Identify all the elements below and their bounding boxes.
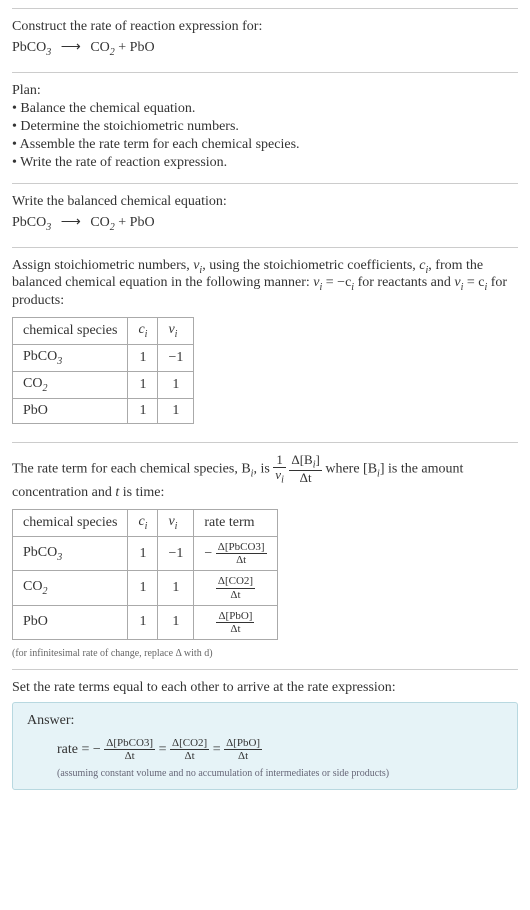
rate-footnote: (for infinitesimal rate of change, repla…	[12, 648, 518, 659]
cell-nui: −1	[158, 344, 194, 371]
col-ci: ci	[128, 318, 158, 345]
table-row: PbCO3 1 −1 − Δ[PbCO3] Δt	[13, 537, 278, 571]
table-row: CO2 1 1 Δ[CO2] Δt	[13, 571, 278, 605]
final-section: Set the rate terms equal to each other t…	[12, 669, 518, 800]
cell-nui: 1	[158, 605, 194, 639]
rate-term-section: The rate term for each chemical species,…	[12, 442, 518, 669]
species-pbco3: PbCO3	[12, 40, 51, 55]
stoich-intro: Assign stoichiometric numbers, νi, using…	[12, 258, 518, 310]
species-co2: CO2	[90, 40, 114, 55]
col-ci: ci	[128, 510, 158, 537]
plan-title: Plan:	[12, 83, 518, 99]
species-co2: CO2	[90, 215, 114, 230]
cell-nui: 1	[158, 571, 194, 605]
species-pbo: PbO	[130, 40, 155, 55]
reaction-arrow-icon: ⟶	[55, 215, 87, 230]
plan-item: Balance the chemical equation.	[12, 101, 518, 117]
cell-rate-term: Δ[CO2] Δt	[194, 571, 277, 605]
fraction: Δ[CO2] Δt	[170, 737, 209, 762]
cell-rate-term: − Δ[PbCO3] Δt	[194, 537, 277, 571]
cell-nui: 1	[158, 398, 194, 423]
col-rate-term: rate term	[194, 510, 277, 537]
fraction-dbi-dt: Δ[Bi] Δt	[289, 453, 322, 486]
cell-ci: 1	[128, 537, 158, 571]
fraction: Δ[PbCO3] Δt	[216, 541, 267, 566]
species-pbo: PbO	[130, 215, 155, 230]
cell-ci: 1	[128, 398, 158, 423]
cell-nui: −1	[158, 537, 194, 571]
balanced-equation: PbCO3 ⟶ CO2 + PbO	[12, 214, 518, 233]
table-row: PbO 1 1 Δ[PbO] Δt	[13, 605, 278, 639]
answer-note: (assuming constant volume and no accumul…	[27, 768, 503, 779]
reaction-arrow-icon: ⟶	[55, 40, 87, 55]
table-header-row: chemical species ci νi	[13, 318, 194, 345]
cell-species: PbO	[13, 605, 128, 639]
col-species: chemical species	[13, 318, 128, 345]
plan-section: Plan: Balance the chemical equation. Det…	[12, 72, 518, 183]
problem-header: Construct the rate of reaction expressio…	[12, 8, 518, 72]
table-row: PbO 1 1	[13, 398, 194, 423]
fraction: Δ[PbCO3] Δt	[104, 737, 155, 762]
prompt-text: Construct the rate of reaction expressio…	[12, 19, 518, 35]
col-species: chemical species	[13, 510, 128, 537]
answer-title: Answer:	[27, 713, 503, 729]
cell-ci: 1	[128, 605, 158, 639]
cell-species: PbO	[13, 398, 128, 423]
fraction-1-over-nui: 1 νi	[273, 453, 286, 486]
stoichiometric-section: Assign stoichiometric numbers, νi, using…	[12, 247, 518, 442]
fraction: Δ[CO2] Δt	[216, 575, 255, 600]
cell-species: CO2	[13, 571, 128, 605]
cell-ci: 1	[128, 371, 158, 398]
cell-species: CO2	[13, 371, 128, 398]
plan-item: Assemble the rate term for each chemical…	[12, 137, 518, 153]
stoich-table: chemical species ci νi PbCO3 1 −1 CO2 1 …	[12, 317, 194, 423]
cell-rate-term: Δ[PbO] Δt	[194, 605, 277, 639]
unbalanced-equation: PbCO3 ⟶ CO2 + PbO	[12, 39, 518, 58]
rate-table: chemical species ci νi rate term PbCO3 1…	[12, 509, 278, 639]
final-intro: Set the rate terms equal to each other t…	[12, 680, 518, 696]
fraction: Δ[PbO] Δt	[216, 610, 254, 635]
balanced-title: Write the balanced chemical equation:	[12, 194, 518, 210]
col-nui: νi	[158, 318, 194, 345]
table-row: PbCO3 1 −1	[13, 344, 194, 371]
rate-intro: The rate term for each chemical species,…	[12, 453, 518, 502]
col-nui: νi	[158, 510, 194, 537]
table-header-row: chemical species ci νi rate term	[13, 510, 278, 537]
cell-ci: 1	[128, 344, 158, 371]
cell-species: PbCO3	[13, 537, 128, 571]
answer-box: Answer: rate = − Δ[PbCO3] Δt = Δ[CO2] Δt…	[12, 702, 518, 790]
answer-equation: rate = − Δ[PbCO3] Δt = Δ[CO2] Δt = Δ[PbO…	[27, 737, 503, 762]
table-row: CO2 1 1	[13, 371, 194, 398]
balanced-section: Write the balanced chemical equation: Pb…	[12, 183, 518, 247]
fraction: Δ[PbO] Δt	[224, 737, 262, 762]
species-pbco3: PbCO3	[12, 215, 51, 230]
plan-item: Write the rate of reaction expression.	[12, 155, 518, 171]
cell-species: PbCO3	[13, 344, 128, 371]
plan-list: Balance the chemical equation. Determine…	[12, 101, 518, 171]
cell-nui: 1	[158, 371, 194, 398]
plan-item: Determine the stoichiometric numbers.	[12, 119, 518, 135]
cell-ci: 1	[128, 571, 158, 605]
